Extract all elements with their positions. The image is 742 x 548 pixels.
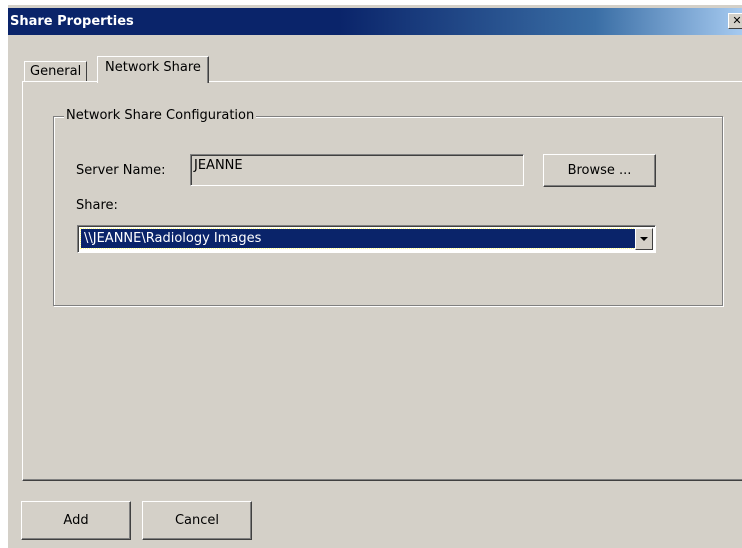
server-name-field[interactable]: JEANNE — [190, 154, 524, 186]
share-selected-value: \\JEANNE\Radiology Images — [80, 228, 636, 249]
group-label: Network Share Configuration — [64, 108, 257, 123]
title-bar[interactable]: Share Properties ✕ — [8, 8, 742, 35]
add-button[interactable]: Add — [21, 501, 131, 540]
tab-network-share[interactable]: Network Share — [97, 56, 209, 83]
share-dropdown[interactable]: \\JEANNE\Radiology Images — [77, 225, 656, 253]
share-properties-dialog: Share Properties ✕ General Network Share… — [8, 5, 742, 548]
window-title: Share Properties — [10, 14, 134, 29]
network-share-configuration-group: Network Share Configuration Server Name:… — [53, 108, 723, 306]
cancel-button[interactable]: Cancel — [142, 501, 252, 540]
dropdown-button[interactable] — [635, 228, 653, 250]
browse-button[interactable]: Browse ... — [543, 154, 656, 187]
server-name-label: Server Name: — [76, 163, 166, 178]
tab-panel-network-share: Network Share Configuration Server Name:… — [22, 81, 742, 481]
tab-general[interactable]: General — [24, 61, 88, 82]
close-icon: ✕ — [732, 14, 742, 27]
share-label: Share: — [76, 198, 118, 213]
close-button[interactable]: ✕ — [728, 13, 742, 29]
chevron-down-icon — [640, 237, 648, 241]
server-name-value: JEANNE — [194, 158, 243, 173]
